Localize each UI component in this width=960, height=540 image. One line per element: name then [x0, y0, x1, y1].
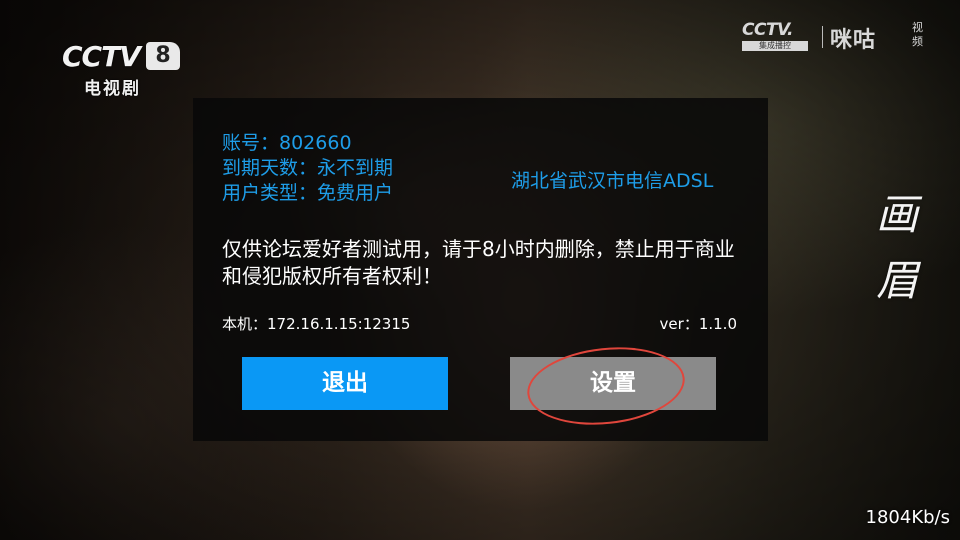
isp-location: 湖北省武汉市电信ADSL [511, 170, 714, 192]
migu-logo-text: 咪咕 [830, 28, 877, 53]
channel-logo: CCTV 8 电视剧 [62, 40, 186, 99]
show-title-char: 画 [875, 190, 918, 239]
settings-button[interactable]: 设置 [510, 357, 716, 410]
channel-number: 8 [146, 42, 180, 70]
account-number: 账号：802660 [222, 132, 352, 154]
version-label: ver：1.1.0 [659, 315, 737, 333]
cctv-mini-word: CCTV. [742, 20, 794, 40]
cctv-mini-sub: 集成播控 [742, 41, 808, 51]
exit-button[interactable]: 退出 [242, 357, 448, 410]
migu-logo-sub: 视频 [912, 21, 923, 48]
expiry-days: 到期天数：永不到期 [222, 157, 394, 179]
show-title-char: 眉 [875, 256, 918, 305]
cctv-broadcast-logo: CCTV. 集成播控 [742, 20, 812, 51]
logo-separator [822, 26, 823, 48]
channel-logo-word: CCTV [62, 40, 141, 73]
local-address: 本机：172.16.1.15:12315 [222, 315, 411, 333]
bitrate-readout: 1804Kb/s [865, 507, 950, 528]
user-type: 用户类型：免费用户 [222, 182, 394, 204]
disclaimer-notice: 仅供论坛爱好者测试用，请于8小时内删除，禁止用于商业和侵犯版权所有者权利！ [222, 237, 735, 288]
show-title: 画 眉 [872, 182, 922, 314]
channel-name: 电视剧 [84, 79, 141, 99]
partner-logo: CCTV. 集成播控 咪咕 视频 [742, 20, 938, 54]
account-info-dialog: 账号：802660 到期天数：永不到期 用户类型：免费用户 湖北省武汉市电信AD… [193, 98, 768, 441]
